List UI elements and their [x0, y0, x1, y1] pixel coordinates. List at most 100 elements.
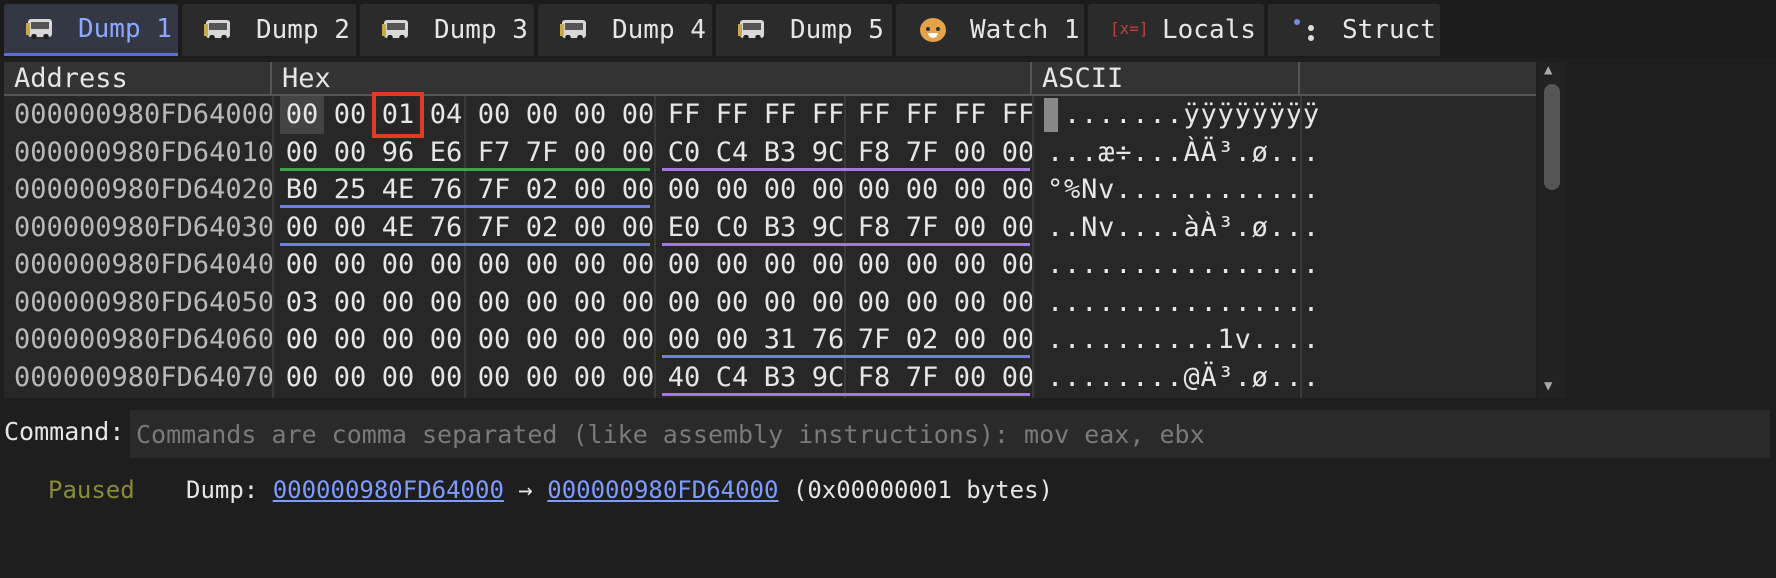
hex-byte[interactable]: 00	[852, 171, 896, 209]
hex-byte[interactable]: FF	[662, 96, 706, 134]
hex-byte[interactable]: 00	[568, 246, 612, 284]
hex-byte[interactable]: C0	[710, 209, 754, 247]
hex-byte[interactable]: 03	[280, 284, 324, 322]
hex-byte[interactable]: F8	[852, 134, 896, 172]
hex-byte[interactable]: C0	[662, 134, 706, 172]
hex-byte[interactable]: 02	[900, 321, 944, 359]
hex-byte[interactable]: 00	[662, 284, 706, 322]
hex-byte[interactable]: 00	[662, 171, 706, 209]
hex-byte[interactable]: 00	[758, 171, 802, 209]
hex-byte[interactable]: 76	[424, 171, 468, 209]
vertical-scrollbar[interactable]: ▲ ▼	[1538, 62, 1566, 398]
hex-byte[interactable]: 00	[376, 284, 420, 322]
hex-byte[interactable]: FF	[758, 96, 802, 134]
hex-byte[interactable]: 00	[852, 284, 896, 322]
hex-byte[interactable]: 31	[758, 321, 802, 359]
hex-byte[interactable]: 02	[520, 171, 564, 209]
hex-byte[interactable]: B3	[758, 134, 802, 172]
hex-byte[interactable]: F8	[852, 359, 896, 397]
hex-byte[interactable]: 4E	[376, 209, 420, 247]
hex-byte[interactable]: 7F	[852, 321, 896, 359]
hex-byte[interactable]: 00	[424, 321, 468, 359]
scrollbar-thumb[interactable]	[1544, 84, 1560, 190]
hex-byte[interactable]: 00	[758, 284, 802, 322]
hex-byte[interactable]: B0	[280, 171, 324, 209]
row-ascii[interactable]: ................	[1047, 246, 1320, 284]
hex-byte[interactable]: 00	[662, 321, 706, 359]
hex-byte[interactable]: E0	[662, 209, 706, 247]
hex-byte[interactable]: 76	[424, 209, 468, 247]
hex-byte[interactable]: F8	[852, 209, 896, 247]
hex-byte[interactable]: E6	[424, 134, 468, 172]
hex-byte[interactable]: FF	[710, 96, 754, 134]
hex-byte[interactable]: 00	[472, 96, 516, 134]
hex-byte[interactable]: 7F	[472, 171, 516, 209]
hex-byte[interactable]: 00	[280, 321, 324, 359]
hex-byte[interactable]: 00	[948, 134, 992, 172]
hex-byte[interactable]: 00	[472, 321, 516, 359]
hex-byte[interactable]: 00	[710, 246, 754, 284]
row-address[interactable]: 000000980FD64010	[14, 134, 274, 172]
row-ascii[interactable]: ..........1v....	[1047, 321, 1320, 359]
hex-byte[interactable]: 7F	[520, 134, 564, 172]
selection-start-link[interactable]: 000000980FD64000	[273, 476, 504, 504]
dump-row[interactable]: 000000980FD64000 00 00 01 04 00 00 00 00 FF FF FF FF…	[4, 96, 1536, 134]
hex-byte[interactable]: 04	[424, 96, 468, 134]
tab-locals[interactable]: [x=] Locals	[1088, 4, 1264, 56]
hex-byte[interactable]: 00	[568, 96, 612, 134]
tab-watch-1[interactable]: Watch 1	[896, 4, 1084, 56]
hex-byte[interactable]: FF	[900, 96, 944, 134]
hex-byte[interactable]: B3	[758, 209, 802, 247]
row-address[interactable]: 000000980FD64030	[14, 209, 274, 247]
hex-byte[interactable]: 00	[328, 321, 372, 359]
hex-byte[interactable]: 4E	[376, 171, 420, 209]
hex-byte[interactable]: 00	[948, 209, 992, 247]
hex-byte[interactable]: 00	[758, 246, 802, 284]
hex-byte[interactable]: 00	[424, 284, 468, 322]
dump-row[interactable]: 000000980FD64020 B0 25 4E 76 7F 02 00 00 00 00 00 00…	[4, 171, 1536, 209]
hex-byte[interactable]: 00	[662, 246, 706, 284]
hex-byte[interactable]: 00	[568, 209, 612, 247]
row-address[interactable]: 000000980FD64050	[14, 284, 274, 322]
hex-byte[interactable]: 40	[662, 359, 706, 397]
row-address[interactable]: 000000980FD64020	[14, 171, 274, 209]
hex-byte[interactable]: 96	[376, 134, 420, 172]
row-ascii[interactable]: °%Nv............	[1047, 171, 1320, 209]
hex-byte[interactable]: 00	[376, 359, 420, 397]
hex-byte[interactable]: 7F	[900, 359, 944, 397]
hex-byte[interactable]: 00	[568, 134, 612, 172]
hex-byte[interactable]: 00	[472, 359, 516, 397]
hex-byte[interactable]: 00	[948, 359, 992, 397]
hex-byte[interactable]: 00	[376, 246, 420, 284]
hex-byte[interactable]: 00	[280, 134, 324, 172]
hex-byte[interactable]: 00	[900, 284, 944, 322]
hex-byte[interactable]: 00	[710, 284, 754, 322]
hex-byte[interactable]: 00	[948, 284, 992, 322]
hex-byte[interactable]: 00	[710, 171, 754, 209]
hex-byte[interactable]: 00	[280, 209, 324, 247]
row-ascii[interactable]: ........ÿÿÿÿÿÿÿÿ	[1047, 96, 1320, 134]
hex-byte[interactable]: F7	[472, 134, 516, 172]
scroll-down-icon[interactable]: ▼	[1544, 378, 1552, 394]
hex-byte[interactable]: 00	[328, 284, 372, 322]
tab-dump-3[interactable]: Dump 3	[360, 4, 534, 56]
hex-byte[interactable]: 00	[520, 284, 564, 322]
hex-byte[interactable]: 00	[520, 96, 564, 134]
row-address[interactable]: 000000980FD64000	[14, 96, 274, 134]
row-ascii[interactable]: ..Nv....àÀ³.ø...	[1047, 209, 1320, 247]
hex-byte[interactable]: 00	[520, 246, 564, 284]
hex-byte[interactable]: 00	[710, 321, 754, 359]
row-ascii[interactable]: ................	[1047, 284, 1320, 322]
hex-byte[interactable]: 00	[900, 246, 944, 284]
hex-byte[interactable]: 00	[280, 246, 324, 284]
hex-byte[interactable]: 7F	[900, 209, 944, 247]
address-column-header[interactable]: Address	[4, 62, 272, 96]
selection-end-link[interactable]: 000000980FD64000	[547, 476, 778, 504]
hex-byte[interactable]: C4	[710, 134, 754, 172]
dump-row[interactable]: 000000980FD64060 00 00 00 00 00 00 00 00 00 00 31 76…	[4, 321, 1536, 359]
hex-byte[interactable]: 00	[424, 246, 468, 284]
hex-byte[interactable]: 00	[948, 171, 992, 209]
hex-byte[interactable]: 00	[328, 246, 372, 284]
tab-struct[interactable]: Struct	[1268, 4, 1440, 56]
hex-byte[interactable]: 00	[948, 246, 992, 284]
